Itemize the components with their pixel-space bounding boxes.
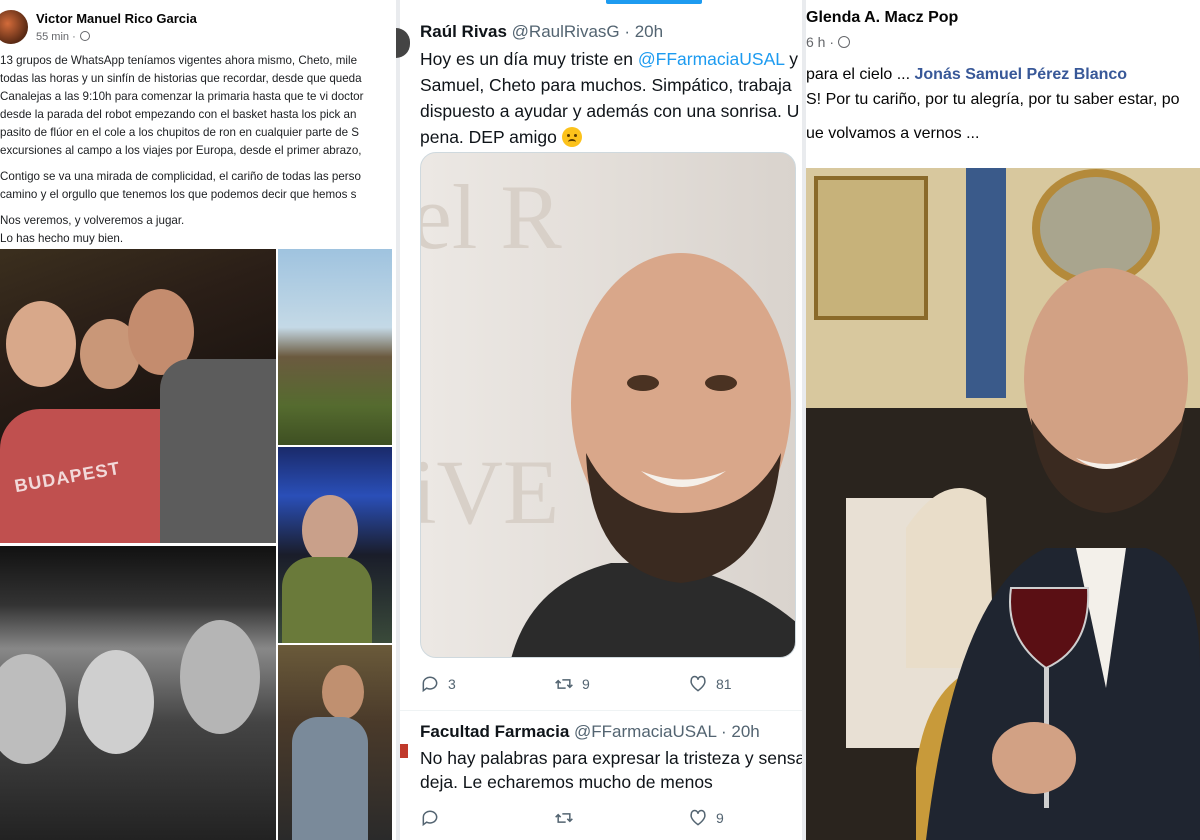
globe-icon: [838, 36, 851, 48]
post-line: Lo has hecho muy bien.: [0, 232, 124, 245]
face: [0, 654, 66, 764]
post-line: camino y el orgullo que tenemos los que …: [0, 188, 357, 201]
tweet-line: deja. Le echaremos mucho de menos: [420, 772, 713, 792]
group-photo-friends[interactable]: BUDAPEST: [0, 249, 276, 543]
reply-icon: [422, 810, 438, 827]
reply-count: 3: [448, 676, 456, 692]
timestamp-text: 6 h ·: [806, 34, 835, 50]
portrait-illustration: el R iVE: [421, 166, 795, 657]
post-line: para el cielo ... Jonás Samuel Pérez Bla…: [806, 62, 1200, 87]
retweet-button[interactable]: [554, 808, 574, 828]
left-facebook-post: Victor Manuel Rico Garcia 55 min · 13 gr…: [0, 0, 396, 840]
post-line: pasito de flúor en el cole a los chupito…: [0, 126, 359, 139]
post-line: todas las horas y un sinfín de historias…: [0, 72, 362, 85]
blue-column: [966, 168, 1006, 398]
like-count: 9: [716, 810, 724, 826]
post-body: para el cielo ... Jonás Samuel Pérez Bla…: [806, 62, 1200, 146]
post-line: Canalejas a las 9:10h para comenzar la p…: [0, 90, 364, 103]
tweet-header: Raúl Rivas @RaulRivasG · 20h: [420, 22, 663, 42]
post-line: desde la parada del robot empezando con …: [0, 108, 357, 121]
party-photo[interactable]: [278, 447, 392, 643]
tweet-line: dispuesto a ayudar y además con una sonr…: [420, 101, 800, 121]
face: [322, 665, 364, 719]
post-text: para el cielo ...: [806, 66, 915, 83]
like-count: 81: [716, 676, 732, 692]
bar-photo[interactable]: [278, 645, 392, 840]
tweet-line: No hay palabras para expresar la tristez…: [420, 748, 802, 768]
post-header: Victor Manuel Rico Garcia 55 min ·: [0, 6, 396, 46]
landscape-photo[interactable]: [278, 249, 392, 445]
tweet-actions: 3 9 81: [420, 674, 800, 696]
post-line: ue volvamos a vernos ...: [806, 125, 980, 142]
tweet-actions: 9: [420, 808, 800, 830]
post-timestamp[interactable]: 55 min ·: [36, 31, 90, 43]
author-name[interactable]: Facultad Farmacia: [420, 722, 569, 741]
eye: [627, 375, 659, 391]
mention-link[interactable]: @FFarmaciaUSAL: [638, 49, 784, 69]
tweet-header: Facultad Farmacia @FFarmaciaUSAL · 20h: [420, 722, 760, 742]
like-button[interactable]: 81: [688, 674, 732, 694]
dinner-scene: [806, 168, 1200, 840]
tweet-photo[interactable]: el R iVE: [420, 152, 796, 658]
retweet-icon: [555, 813, 573, 823]
globe-icon: [79, 31, 90, 41]
avatar[interactable]: [400, 744, 408, 758]
tweet-line: pena. DEP amigo: [420, 124, 802, 150]
avatar[interactable]: [396, 28, 410, 58]
dinner-photo[interactable]: [806, 168, 1200, 840]
hand: [992, 722, 1076, 794]
heart-icon: [690, 809, 706, 826]
tweet-body: No hay palabras para expresar la tristez…: [420, 746, 802, 794]
timestamp-text: 55 min ·: [36, 31, 76, 43]
reply-button[interactable]: [420, 808, 440, 828]
post-body: 13 grupos de WhatsApp teníamos vigentes …: [0, 52, 396, 248]
author-name[interactable]: Victor Manuel Rico Garcia: [36, 11, 197, 26]
tweet-line: Samuel, Cheto para muchos. Simpático, tr…: [420, 75, 792, 95]
sad-emoji-icon: [561, 127, 582, 147]
eye: [705, 375, 737, 391]
post-line: 13 grupos de WhatsApp teníamos vigentes …: [0, 54, 358, 67]
night-selfie-photo[interactable]: [0, 546, 276, 840]
author-handle[interactable]: @FFarmaciaUSAL · 20h: [574, 722, 760, 741]
post-line: excursiones al campo a los viajes por Eu…: [0, 144, 362, 157]
author-name[interactable]: Glenda A. Macz Pop: [806, 9, 958, 27]
retweet-count: 9: [582, 676, 590, 692]
face: [6, 301, 76, 387]
avatar[interactable]: [0, 8, 30, 46]
face: [78, 650, 154, 754]
face: [180, 620, 260, 734]
tweet-line: Hoy es un día muy triste en @FFarmaciaUS…: [420, 46, 802, 72]
reply-button[interactable]: 3: [420, 674, 456, 694]
tweet-separator: [400, 710, 806, 711]
background-lettering: iVE: [421, 441, 559, 543]
retweet-icon: [555, 679, 573, 689]
retweet-button[interactable]: 9: [554, 674, 590, 694]
tweet-text: Hoy es un día muy triste en: [420, 49, 638, 69]
post-timestamp[interactable]: 6 h ·: [806, 34, 851, 50]
author-handle[interactable]: @RaulRivasG · 20h: [512, 22, 663, 41]
post-line: Contigo se va una mirada de complicidad,…: [0, 170, 361, 183]
background-lettering: el R: [421, 166, 562, 268]
divider: [396, 0, 400, 840]
tagged-person-link[interactable]: Jonás Samuel Pérez Blanco: [915, 66, 1128, 83]
reply-icon: [422, 676, 438, 693]
wall-ornament: [1032, 169, 1160, 287]
face: [302, 495, 358, 565]
author-name[interactable]: Raúl Rivas: [420, 22, 507, 41]
active-tab-indicator: [606, 0, 702, 4]
grey-shirt: [160, 359, 276, 543]
post-line: S! Por tu cariño, por tu alegría, por tu…: [806, 91, 1180, 108]
tweet-text: y: [784, 49, 802, 69]
like-button[interactable]: 9: [688, 808, 724, 828]
tweet-text: pena. DEP amigo: [420, 127, 562, 147]
shirt: [292, 717, 368, 840]
shirt: [282, 557, 372, 643]
jacket: [511, 563, 795, 657]
heart-icon: [690, 675, 706, 692]
wall-panel: [814, 176, 928, 320]
post-line: Nos veremos, y volveremos a jugar.: [0, 214, 185, 227]
tweet-body: Hoy es un día muy triste en @FFarmaciaUS…: [420, 46, 802, 150]
